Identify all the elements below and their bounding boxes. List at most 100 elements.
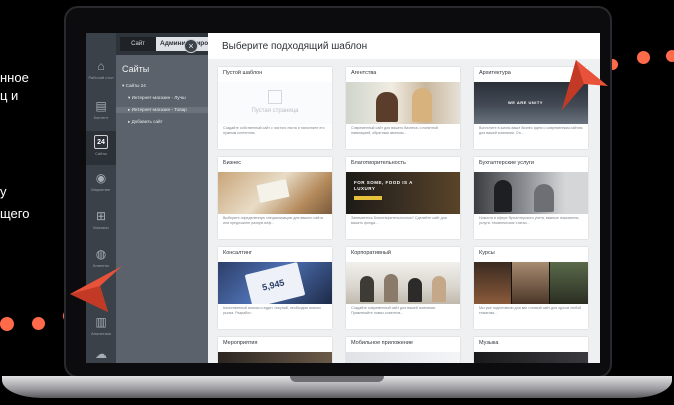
tree-title: Сайты bbox=[122, 64, 150, 74]
card-image bbox=[346, 262, 460, 304]
cloud-icon: ☁ bbox=[95, 347, 107, 361]
card-title: Пустой шаблон bbox=[223, 70, 263, 76]
laptop-screen: ⌂ Рабочий стол ▤ Контент 24 Сайты ◉ Марк… bbox=[86, 33, 600, 363]
tree-item-shop-2[interactable]: ▸ Интернет-магазин - Товар bbox=[116, 107, 208, 113]
card-title: Музыка bbox=[479, 340, 499, 346]
rail-label: Сайты bbox=[94, 151, 108, 156]
side-text-line: ц и bbox=[0, 88, 19, 103]
analytics-icon: ▥ bbox=[95, 315, 107, 329]
rail-item-marketing[interactable]: ◉ Маркетинг bbox=[86, 167, 116, 201]
photo-bar bbox=[354, 196, 382, 200]
users-icon: ◍ bbox=[95, 247, 107, 261]
photo-person bbox=[412, 88, 432, 122]
close-button[interactable]: × bbox=[184, 39, 198, 53]
photo-paper bbox=[256, 179, 290, 203]
photo-tile bbox=[474, 262, 511, 304]
photo-person bbox=[534, 184, 554, 212]
photo-person bbox=[384, 274, 398, 302]
rail-label: Аналитика bbox=[91, 331, 111, 336]
card-image bbox=[474, 172, 588, 214]
template-card[interactable]: Музыка bbox=[474, 337, 588, 363]
card-title: Агентства bbox=[351, 70, 377, 76]
sites-tree-panel: Сайт Администрирование Сайты ▾ Сайты 24 … bbox=[116, 33, 208, 363]
tree-item-shop-1[interactable]: ▾ Интернет-магазин - Лучш bbox=[128, 95, 186, 101]
blank-page-icon bbox=[268, 90, 282, 104]
rail-item-analytics[interactable]: ▥ Аналитика bbox=[86, 311, 116, 345]
template-card[interactable]: Благотворительность FOR SOME, FOOD IS A … bbox=[346, 157, 460, 239]
photo-person bbox=[494, 180, 512, 212]
photo-person bbox=[376, 92, 398, 122]
card-title: Консалтинг bbox=[223, 250, 252, 256]
tree-item-sites[interactable]: ▾ Сайты 24 bbox=[122, 83, 146, 89]
rail-item-desktop[interactable]: ⌂ Рабочий стол bbox=[86, 55, 116, 89]
card-desc: Занимаетесь благотворительностью? Сделай… bbox=[351, 216, 447, 225]
card-image bbox=[474, 352, 588, 363]
card-title: Курсы bbox=[479, 250, 495, 256]
tab-admin[interactable]: Администрирование bbox=[156, 37, 208, 51]
template-card[interactable]: Корпоративный Создайте современный сайт … bbox=[346, 247, 460, 329]
decor-dot bbox=[0, 317, 14, 331]
template-card[interactable]: Бухгалтерские услуги Новости в сфере бух… bbox=[474, 157, 588, 239]
card-title: Бизнес bbox=[223, 160, 242, 166]
rail-label: Контент bbox=[93, 115, 109, 120]
card-image: 5,945 bbox=[218, 262, 332, 304]
photo-tile bbox=[550, 262, 588, 304]
pointer-arrow-icon bbox=[70, 266, 122, 312]
rail-label: Маркетинг bbox=[91, 187, 111, 192]
card-title: Бухгалтерские услуги bbox=[479, 160, 535, 166]
home-icon: ⌂ bbox=[97, 59, 105, 73]
photo-person bbox=[432, 276, 446, 302]
card-desc: Выберите определенную специализацию для … bbox=[223, 216, 323, 225]
calendar-icon: 24 bbox=[94, 135, 108, 149]
card-title: Архитектура bbox=[479, 70, 511, 76]
photo-tile bbox=[512, 262, 549, 304]
card-desc: Создайте современный сайт для вашей комп… bbox=[351, 306, 436, 315]
card-overlay-text: WE ARE UNITY bbox=[508, 100, 543, 105]
card-title: Мероприятия bbox=[223, 340, 258, 346]
pointer-arrow-icon bbox=[562, 60, 608, 110]
card-image bbox=[346, 352, 460, 363]
card-title: Корпоративный bbox=[351, 250, 391, 256]
card-title: Благотворительность bbox=[351, 160, 406, 166]
rail-label: Магазин bbox=[93, 225, 109, 230]
side-text-line: нное bbox=[0, 70, 29, 85]
card-image bbox=[218, 172, 332, 214]
decor-dot bbox=[666, 50, 674, 62]
card-desc: Качественный анализ и аудит, покупай, не… bbox=[223, 306, 321, 315]
decor-dot bbox=[32, 317, 45, 330]
decor-dot bbox=[637, 51, 650, 64]
template-gallery: Выберите подходящий шаблон Пустой шаблон… bbox=[208, 33, 600, 363]
rail-item-sites[interactable]: 24 Сайты bbox=[86, 131, 116, 165]
document-icon: ▤ bbox=[95, 99, 107, 113]
photo-person bbox=[408, 278, 422, 302]
laptop-notch bbox=[290, 376, 384, 382]
template-card[interactable]: Агентства Современный сайт для вашего би… bbox=[346, 67, 460, 149]
card-title: Мобильное приложение bbox=[351, 340, 413, 346]
rail-item-content[interactable]: ▤ Контент bbox=[86, 95, 116, 129]
photo-person bbox=[360, 276, 374, 302]
template-card[interactable]: Курсы Мы уже подготовили для вас готовый… bbox=[474, 247, 588, 329]
side-text-line: щего bbox=[0, 206, 30, 221]
template-card[interactable]: Пустой шаблон Пустая страница Создайте с… bbox=[218, 67, 332, 149]
card-image: Пустая страница bbox=[218, 82, 332, 124]
card-image bbox=[346, 82, 460, 124]
card-desc: Создайте собственный сайт с чистого лист… bbox=[223, 126, 325, 135]
card-desc: Современный сайт для вашего бизнеса, с п… bbox=[351, 126, 438, 135]
template-card[interactable]: Мобильное приложение bbox=[346, 337, 460, 363]
blank-page-label: Пустая страница bbox=[251, 108, 299, 114]
tab-site[interactable]: Сайт bbox=[120, 37, 156, 51]
rail-item-cloud[interactable]: ☁ bbox=[86, 343, 116, 363]
card-desc: Новости в сфере бухгалтерского учета, ва… bbox=[479, 216, 580, 225]
card-image: FOR SOME, FOOD IS A LUXURY bbox=[346, 172, 460, 214]
card-desc: Воплотите в жизнь ваше бизнес идею с сов… bbox=[479, 126, 583, 135]
rail-label: Рабочий стол bbox=[88, 75, 114, 80]
target-icon: ◉ bbox=[95, 171, 107, 185]
card-overlay-text: FOR SOME, FOOD IS A LUXURY bbox=[354, 180, 413, 191]
template-card[interactable]: Консалтинг 5,945 Качественный анализ и а… bbox=[218, 247, 332, 329]
card-image bbox=[474, 262, 588, 304]
cart-icon: ⊞ bbox=[95, 209, 107, 223]
template-card[interactable]: Мероприятия bbox=[218, 337, 332, 363]
rail-item-shop[interactable]: ⊞ Магазин bbox=[86, 205, 116, 239]
tree-item-add-site[interactable]: ▸ Добавить сайт bbox=[128, 119, 163, 125]
template-card[interactable]: Бизнес Выберите определенную специализац… bbox=[218, 157, 332, 239]
